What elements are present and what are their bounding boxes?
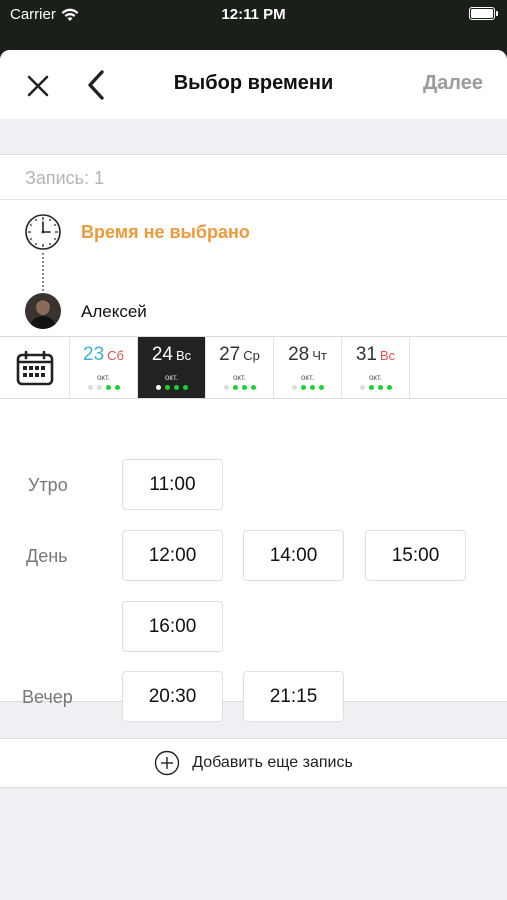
day-number: 24 [151,344,173,365]
availability-dot [241,385,247,390]
availability-dot [250,385,256,390]
availability-dot [114,385,120,390]
month-label: окт. [96,373,111,382]
day-number: 28 [288,344,310,365]
month-label: окт. [232,373,247,382]
time-slot[interactable]: 11:00 [122,459,223,510]
period-morning-label: Утро [28,475,68,495]
date-header: 28 Чт [274,344,341,366]
day-number: 31 [355,344,377,365]
period-evening-label: Вечер [22,687,73,707]
weekday-label: Вс [379,348,396,363]
availability-dot [96,385,102,390]
availability-dot [309,385,315,390]
status-time: 12:11 PM [221,6,286,23]
weekday-label: Ср [243,348,260,363]
status-bar: Carrier 12:11 PM [0,0,507,30]
date-cell[interactable]: 28 Чт окт. [274,337,342,398]
navigation-bar: Выбор времени Далее [0,50,507,119]
month-label: окт. [300,373,315,382]
month-label: окт. [164,373,179,382]
add-record-label: Добавить еще запись [192,754,353,771]
time-slot[interactable]: 15:00 [365,530,466,581]
time-status: Время не выбрано [81,222,250,242]
booking-card: Запись: 1 Время не выбрано Алексей 23 Сб… [0,154,507,722]
battery-icon [469,7,498,20]
availability-dots [342,385,409,390]
date-cell[interactable]: 31 Вс окт. [342,337,410,398]
divider [0,199,507,200]
weekday-label: Вс [175,348,192,363]
availability-dot [87,385,93,390]
date-list: 23 Сб окт. 24 Вс окт. 27 Ср окт. 28 Чт окт. 31 Вс окт. [70,337,410,398]
add-record-button[interactable]: Добавить еще запись [0,738,507,788]
time-slot[interactable]: 21:15 [243,671,344,722]
availability-dot [182,385,188,390]
timeline-connector [42,253,44,291]
date-cell[interactable]: 24 Вс окт. [138,337,206,398]
availability-dot [386,385,392,390]
availability-dot [291,385,297,390]
time-selection-sheet: Выбор времени Далее Запись: 1 Время не в… [0,50,507,900]
date-header: 31 Вс [342,344,409,366]
calendar-icon [16,350,53,385]
master-name: Алексей [81,302,147,321]
date-header: 23 Сб [70,344,137,366]
time-slot[interactable]: 16:00 [122,601,223,652]
master-avatar [25,293,61,329]
availability-dot [105,385,111,390]
availability-dots [206,385,273,390]
record-label: Запись: 1 [25,168,105,188]
weekday-label: Чт [312,348,327,363]
period-day-label: День [26,546,68,566]
availability-dot [377,385,383,390]
availability-dot [164,385,170,390]
availability-dot [368,385,374,390]
time-slot[interactable]: 12:00 [122,530,223,581]
month-label: окт. [368,373,383,382]
availability-dots [138,385,205,390]
day-number: 23 [83,344,105,365]
date-strip: 23 Сб окт. 24 Вс окт. 27 Ср окт. 28 Чт окт. 31 Вс окт. [0,336,507,399]
availability-dot [359,385,365,390]
calendar-button[interactable] [0,337,70,398]
availability-dot [223,385,229,390]
availability-dots [274,385,341,390]
availability-dot [155,385,161,390]
availability-dots [70,385,137,390]
availability-dot [173,385,179,390]
time-slot[interactable]: 14:00 [243,530,344,581]
time-slot[interactable]: 20:30 [122,671,223,722]
availability-dot [300,385,306,390]
availability-dot [318,385,324,390]
availability-dot [232,385,238,390]
weekday-label: Сб [107,348,124,363]
next-button[interactable]: Далее [423,72,483,95]
clock-icon [25,214,61,250]
date-cell[interactable]: 27 Ср окт. [206,337,274,398]
day-number: 27 [219,344,241,365]
plus-circle-icon [155,750,180,776]
date-header: 27 Ср [206,344,273,366]
date-cell[interactable]: 23 Сб окт. [70,337,138,398]
date-header: 24 Вс [138,344,205,366]
